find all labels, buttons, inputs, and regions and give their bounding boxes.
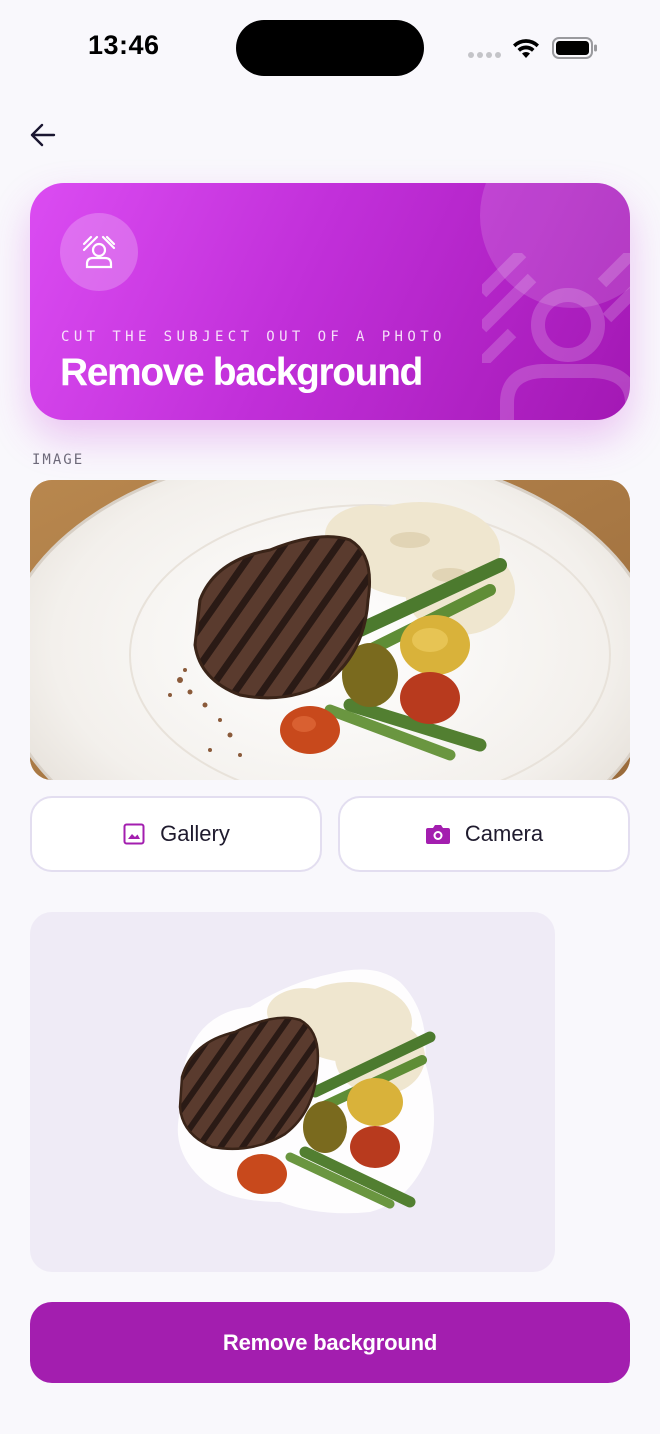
gallery-label: Gallery: [160, 821, 230, 846]
portrait-remove-icon: [82, 235, 116, 269]
gallery-button[interactable]: Gallery: [30, 796, 322, 872]
hero-card: CUT THE SUBJECT OUT OF A PHOTO Remove ba…: [30, 183, 630, 420]
camera-icon: [425, 825, 450, 844]
status-bar: 13:46: [0, 0, 660, 96]
image-icon: [123, 823, 145, 845]
hero-portrait-watermark-icon: [482, 253, 630, 420]
cutout-food-image: [177, 969, 436, 1214]
battery-icon: [552, 37, 597, 59]
dynamic-island: [236, 20, 424, 76]
wifi-icon: [513, 39, 539, 58]
status-time: 13:46: [88, 30, 160, 60]
source-image[interactable]: [30, 480, 630, 780]
remove-background-button[interactable]: Remove background: [30, 1302, 630, 1383]
remove-background-label: Remove background: [222, 1329, 438, 1355]
image-section-label: IMAGE: [32, 452, 85, 468]
hero-icon-badge: [60, 213, 138, 291]
cellular-signal-icon: [468, 52, 501, 58]
back-button[interactable]: [24, 116, 62, 154]
camera-label: Camera: [464, 821, 544, 846]
result-preview: [30, 912, 555, 1272]
camera-button[interactable]: Camera: [338, 796, 630, 872]
arrow-left-icon: [30, 123, 56, 147]
hero-title: Remove background: [60, 351, 423, 394]
hero-subtitle: CUT THE SUBJECT OUT OF A PHOTO: [61, 329, 446, 345]
